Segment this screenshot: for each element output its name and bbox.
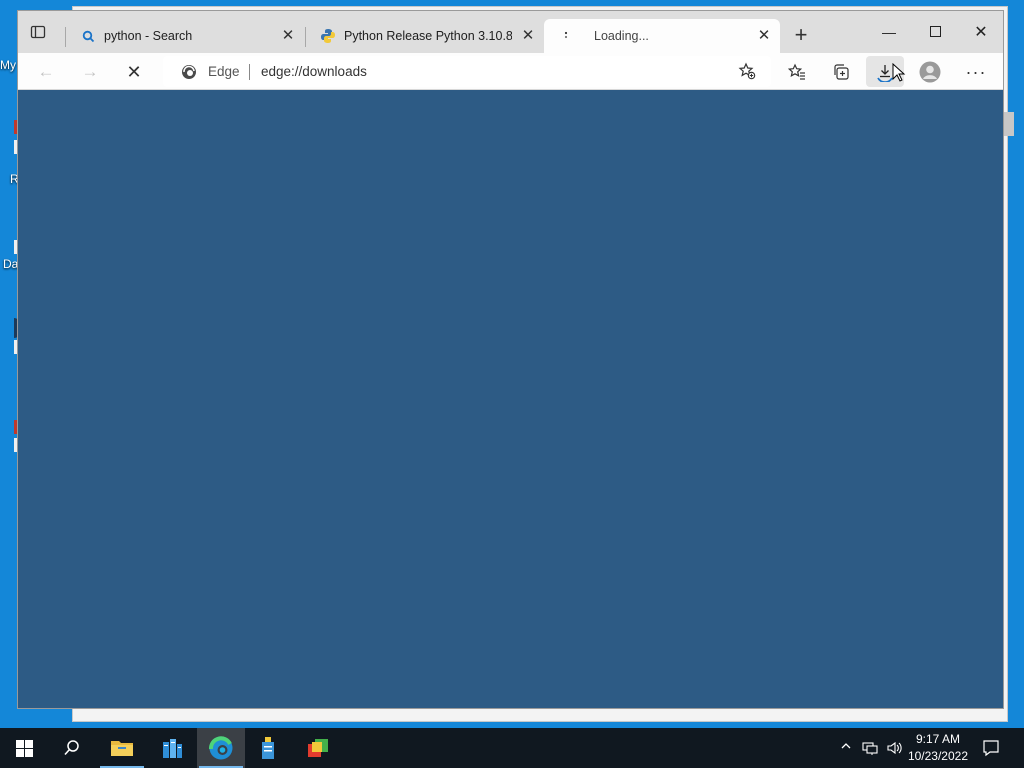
close-icon: ✕ [126,62,142,82]
close-icon: ✕ [974,24,988,41]
tab-downloads-loading[interactable]: Loading... ✕ [544,19,780,53]
taskbar-edge[interactable] [197,728,245,768]
loading-spinner-icon [558,28,574,44]
plus-icon: + [794,22,808,47]
browser-window: python - Search ✕ Python Release Python … [17,10,1004,709]
profile-button[interactable] [918,60,942,84]
mouse-cursor-icon [892,63,906,82]
search-icon [80,28,96,44]
volume-icon[interactable] [886,740,902,756]
desktop-icon-label[interactable]: My [0,58,16,72]
search-button[interactable] [48,728,96,768]
minimize-button[interactable]: — [874,21,904,43]
taskbar-app-tool[interactable] [244,728,292,768]
tab-strip: python - Search ✕ Python Release Python … [18,11,1003,53]
tab-actions-icon [30,25,46,39]
settings-more-button[interactable]: ··· [964,60,988,84]
close-icon[interactable]: ✕ [280,28,296,44]
page-content[interactable] [18,90,1003,708]
tab-python-release[interactable]: Python Release Python 3.10.8 | P ✕ [306,19,544,53]
stop-loading-button[interactable]: ✕ [122,60,146,84]
tab-python-search[interactable]: python - Search ✕ [66,19,304,53]
close-window-button[interactable]: ✕ [966,21,996,43]
favorites-button[interactable] [785,60,809,84]
edge-logo-icon [181,64,197,80]
avatar [919,61,941,83]
folder-icon [111,741,133,756]
star-add-icon [738,62,756,80]
edge-logo-icon [209,736,233,760]
back-button[interactable]: ← [34,60,58,84]
notification-icon [983,740,999,757]
python-logo-icon [320,28,336,44]
new-tab-button[interactable]: + [791,22,811,47]
clock-date: 10/23/2022 [907,749,968,763]
more-horizontal-icon: ··· [965,62,987,82]
close-icon[interactable]: ✕ [756,28,772,44]
background-window-scrollbar[interactable] [1004,90,1016,708]
site-identity-label[interactable]: Edge [208,64,240,79]
tab-title: Python Release Python 3.10.8 | P [344,29,512,43]
tab-title: Loading... [594,29,649,43]
taskbar-app-package[interactable] [294,728,342,768]
maximize-icon [929,26,941,37]
close-icon[interactable]: ✕ [520,28,536,44]
arrow-right-icon: → [81,62,99,81]
chevron-up-icon[interactable] [838,740,854,756]
browser-toolbar: ← → ✕ Edge edge://downloads ··· [18,53,1003,90]
minimize-icon: — [882,24,896,40]
package-app-icon [308,739,328,757]
taskbar: 9:17 AM 10/23/2022 [0,728,1024,768]
maximize-button[interactable] [920,21,950,43]
address-divider [249,64,250,80]
windows-logo-icon [15,739,33,757]
server-manager-icon [163,739,182,758]
forward-button[interactable]: → [78,60,102,84]
tool-app-icon [262,737,274,759]
clock-time: 9:17 AM [915,732,960,746]
scrollbar-thumb[interactable] [1004,112,1014,136]
taskbar-file-explorer[interactable] [98,728,146,768]
tab-title: python - Search [104,29,193,43]
downloads-button[interactable] [866,56,906,87]
taskbar-server-manager[interactable] [148,728,196,768]
start-button[interactable] [0,728,48,768]
favorites-icon [787,63,805,80]
network-icon[interactable] [862,740,878,756]
taskbar-clock[interactable]: 9:17 AM 10/23/2022 [908,731,968,765]
collections-button[interactable] [829,60,853,84]
add-favorite-button[interactable] [735,59,759,83]
address-bar[interactable]: Edge edge://downloads [163,56,771,87]
tab-actions-button[interactable] [30,24,46,40]
search-icon [64,740,79,756]
collections-icon [834,64,849,80]
arrow-left-icon: ← [37,62,55,81]
notifications-button[interactable] [982,739,1000,757]
url-text[interactable]: edge://downloads [261,64,367,79]
